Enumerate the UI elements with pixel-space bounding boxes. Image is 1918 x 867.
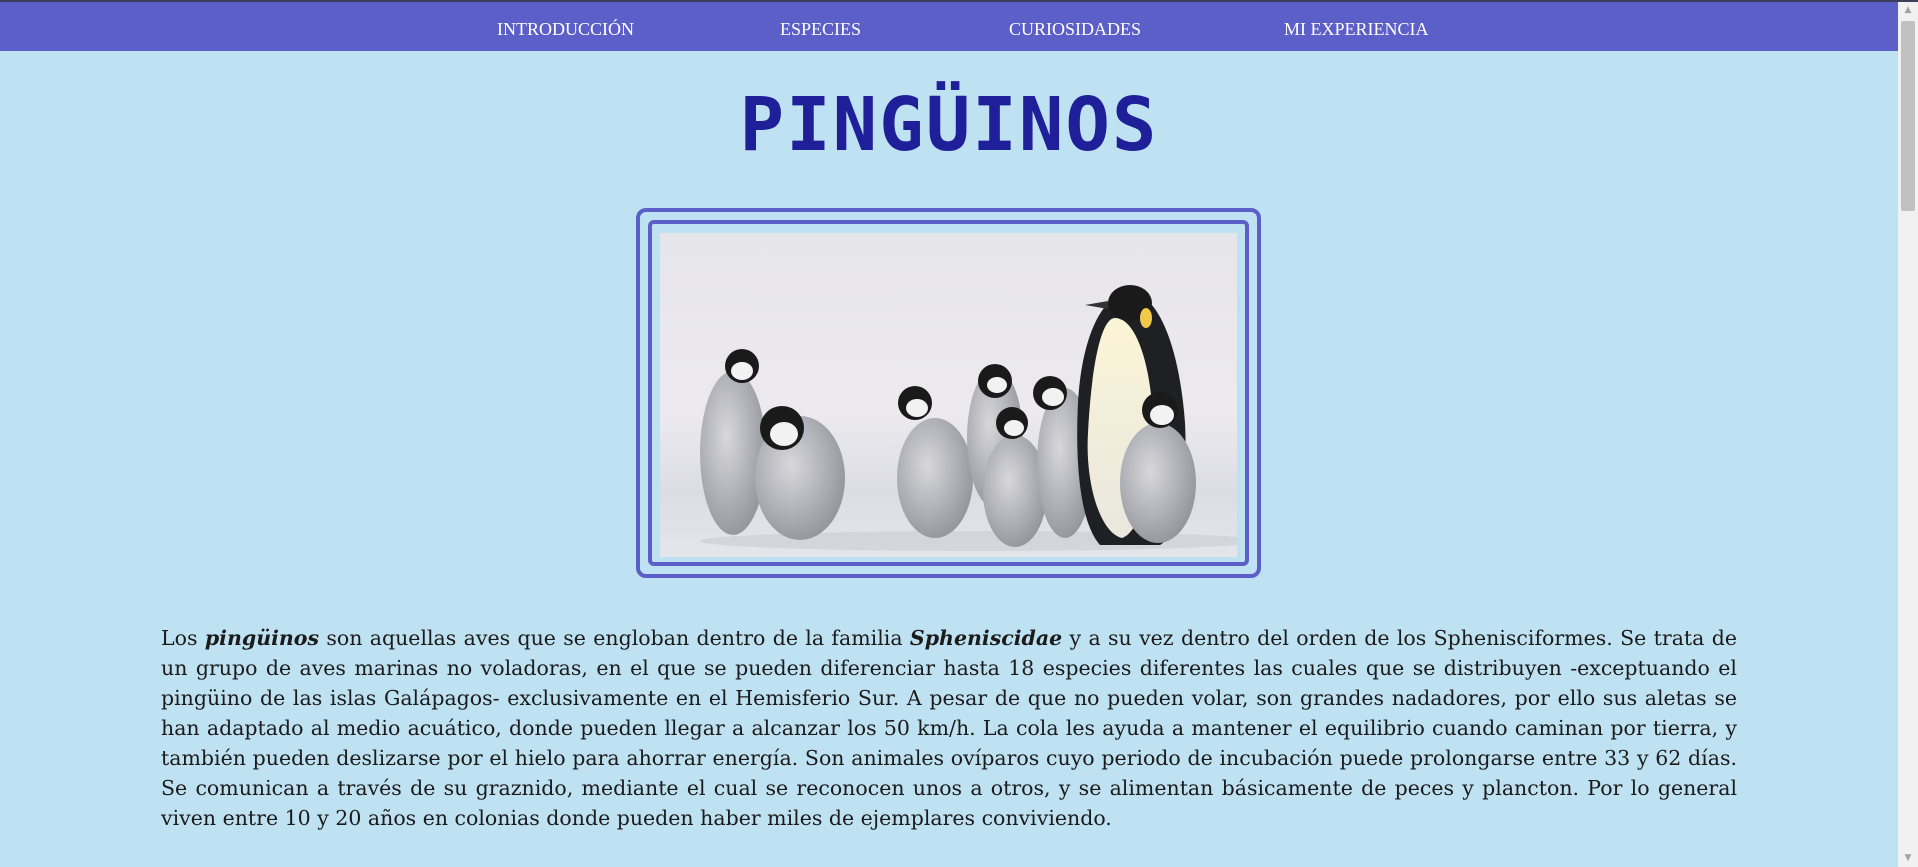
intro-bold-spheniscidae: Spheniscidae bbox=[909, 626, 1063, 650]
intro-text-3: y a su vez dentro del orden de los Sphen… bbox=[161, 626, 1737, 830]
nav-mi-experiencia-link[interactable]: MI EXPERIENCIA bbox=[1284, 19, 1429, 40]
scroll-down-arrow-icon[interactable]: ▼ bbox=[1898, 850, 1918, 867]
nav-especies-link[interactable]: ESPECIES bbox=[780, 19, 861, 40]
penguin-chick-2 bbox=[755, 406, 845, 540]
intro-bold-pinguinos: pingüinos bbox=[204, 626, 319, 650]
penguin-chick-1 bbox=[700, 349, 766, 535]
nav-curiosidades-link[interactable]: CURIOSIDADES bbox=[1009, 19, 1141, 40]
intro-paragraph: Los pingüinos son aquellas aves que se e… bbox=[161, 623, 1737, 833]
vertical-scrollbar[interactable]: ▲ ▼ bbox=[1898, 2, 1918, 867]
page-title: PINGÜINOS bbox=[739, 82, 1159, 168]
scroll-up-arrow-icon[interactable]: ▲ bbox=[1898, 2, 1918, 19]
penguin-chick-3 bbox=[897, 386, 973, 538]
intro-text-1: Los bbox=[161, 626, 205, 650]
intro-text-2: son aquellas aves que se engloban dentro… bbox=[319, 626, 910, 650]
scrollbar-thumb[interactable] bbox=[1901, 21, 1915, 211]
top-navigation: INTRODUCCIÓN ESPECIES CURIOSIDADES MI EX… bbox=[0, 2, 1898, 51]
penguins-illustration bbox=[700, 285, 1237, 551]
nav-introduccion-link[interactable]: INTRODUCCIÓN bbox=[497, 19, 634, 40]
penguins-photo bbox=[660, 233, 1237, 557]
